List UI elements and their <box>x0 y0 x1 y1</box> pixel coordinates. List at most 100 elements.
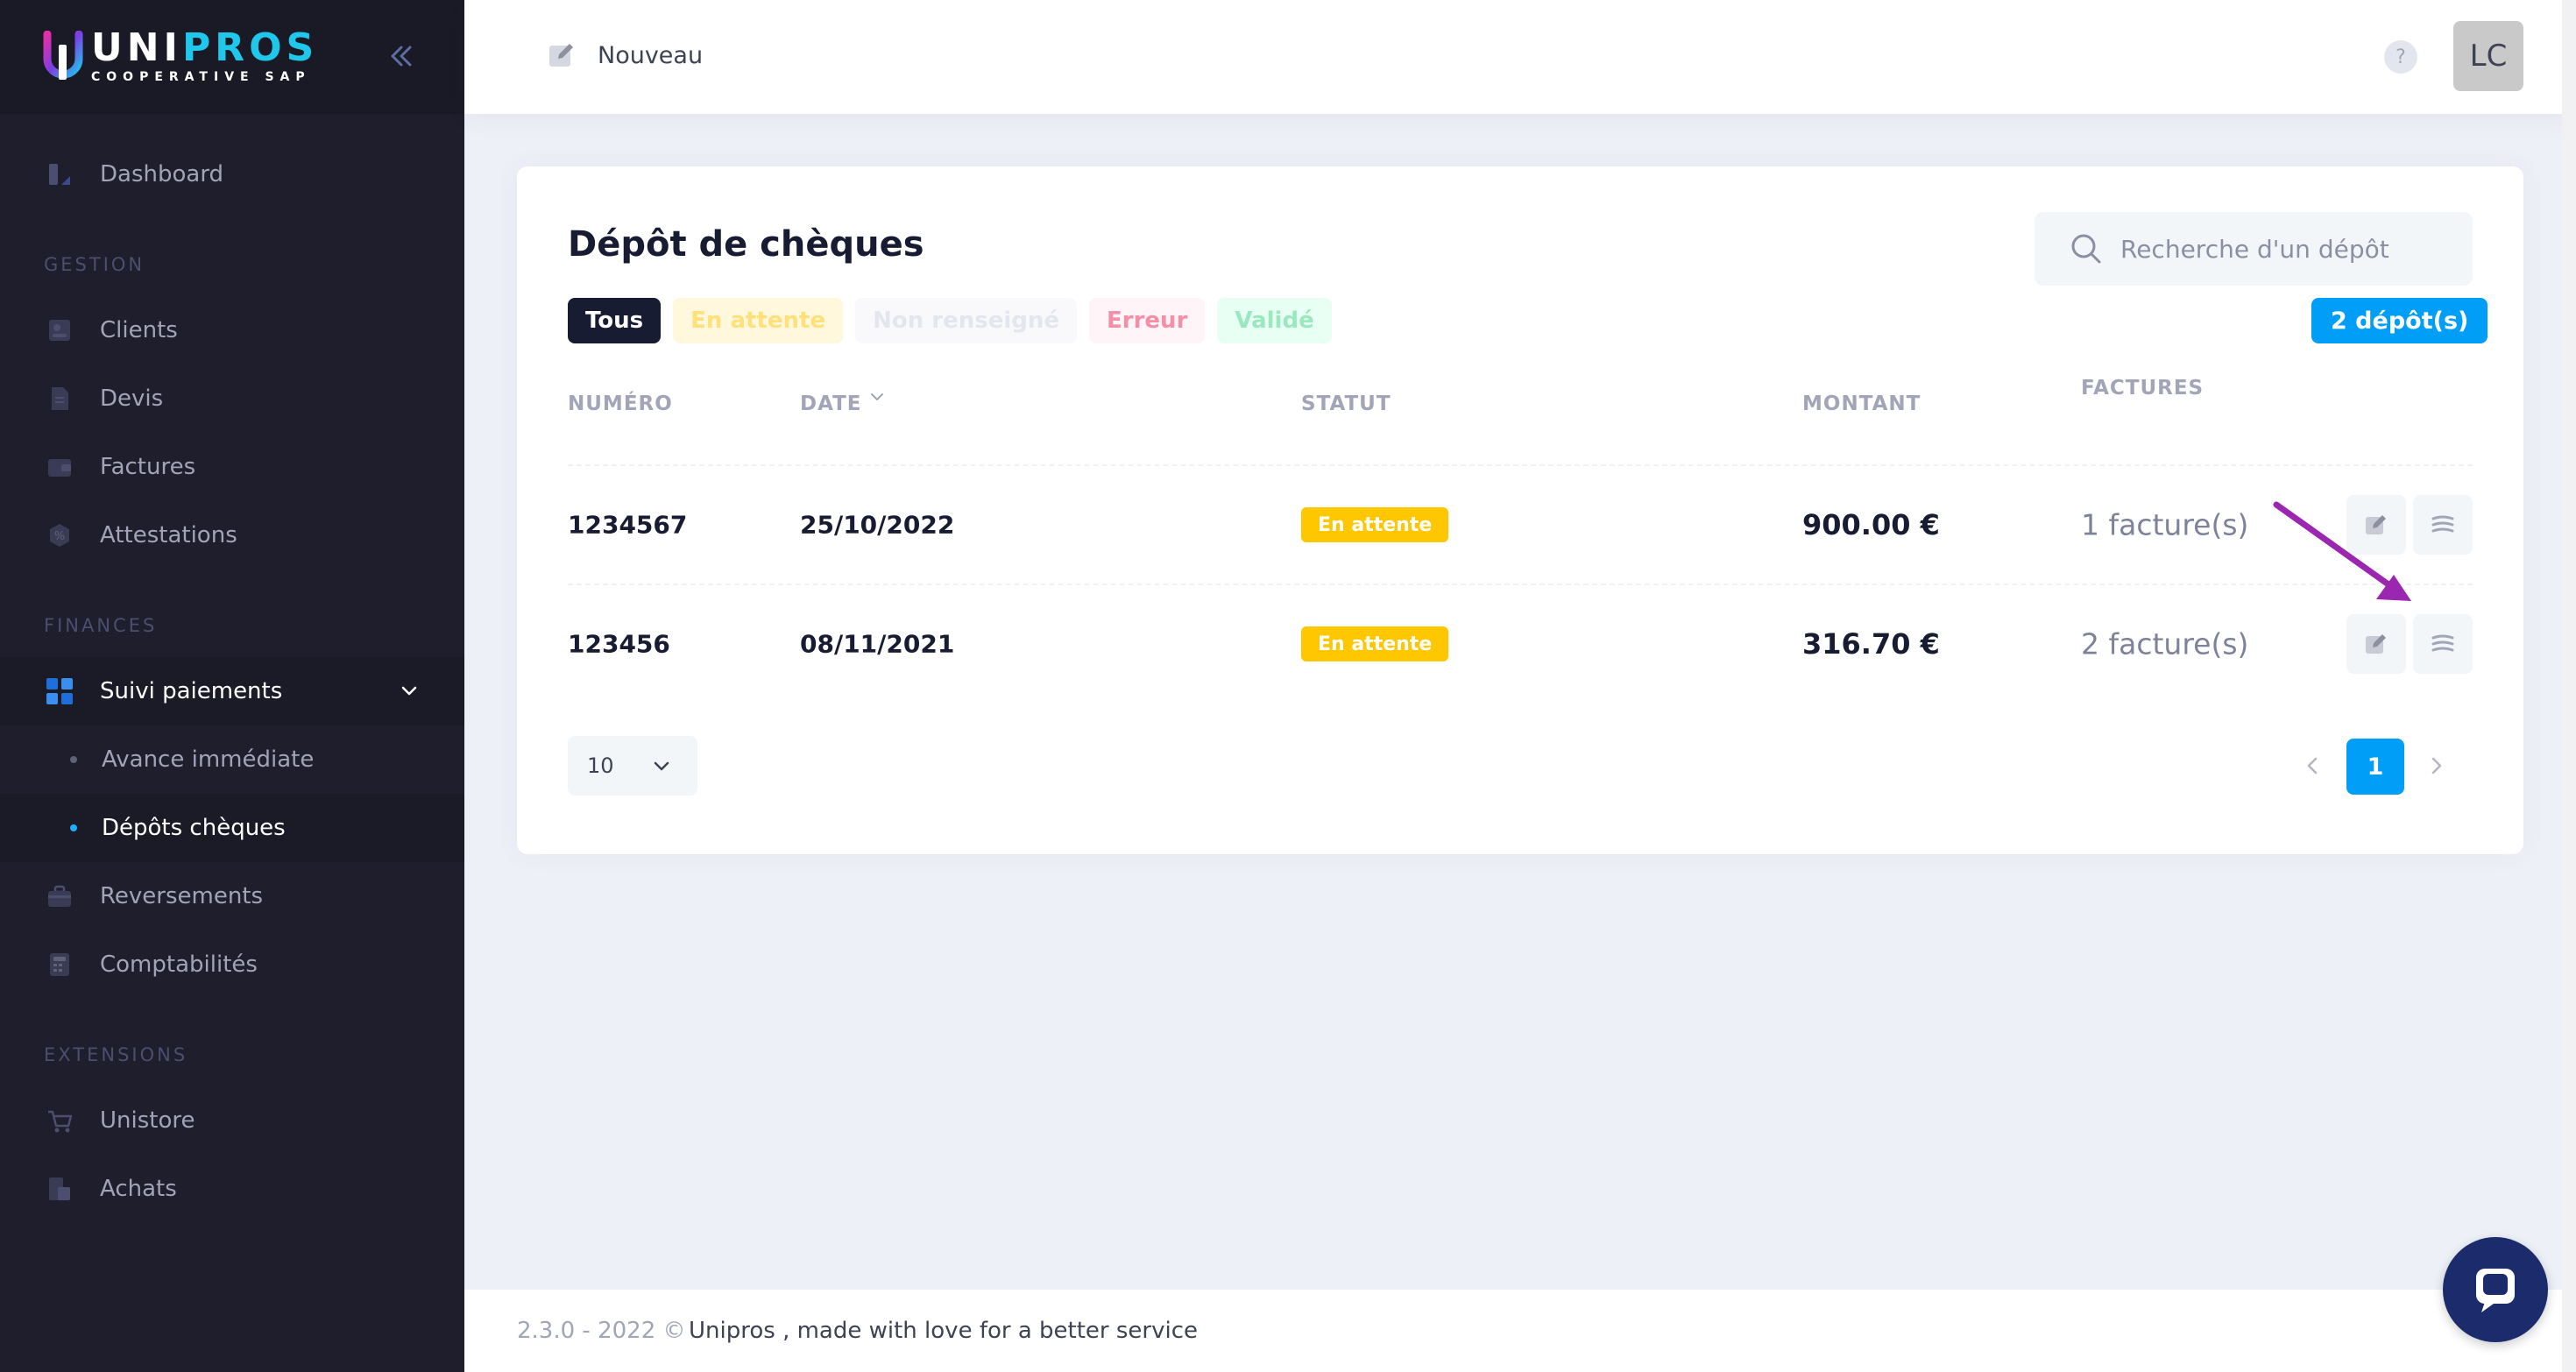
deposit-amount: 316.70 € <box>1802 627 1940 661</box>
sidebar-subitem-label: Avance immédiate <box>102 746 315 773</box>
sidebar-subitem-label: Dépôts chèques <box>102 815 286 841</box>
page-title: Dépôt de chèques <box>568 224 924 265</box>
filter-error[interactable]: Erreur <box>1089 298 1206 343</box>
sidebar-item-label: Devis <box>100 385 164 412</box>
chevron-down-icon <box>650 755 673 778</box>
sidebar-item-dashboard[interactable]: Dashboard <box>0 140 464 209</box>
logo-subtitle: COOPERATIVE SAP <box>91 70 311 84</box>
sidebar-item-label: Factures <box>100 454 196 480</box>
logo-title: UNIPROS <box>91 28 318 68</box>
filter-all[interactable]: Tous <box>568 298 662 343</box>
previous-page-icon[interactable] <box>2296 748 2331 783</box>
filter-validated[interactable]: Validé <box>1217 298 1332 343</box>
invoice-count: 1 facture(s) <box>2081 507 2249 542</box>
sidebar-item-comptabilites[interactable]: Comptabilités <box>0 930 464 999</box>
edit-button[interactable] <box>2346 614 2406 674</box>
sidebar-item-label: Achats <box>100 1176 177 1202</box>
topbar: Nouveau ? LC <box>464 0 2576 114</box>
new-button-label: Nouveau <box>598 41 704 69</box>
invoices-list-button[interactable] <box>2413 614 2473 674</box>
page-size-value: 10 <box>587 753 614 778</box>
table-row[interactable]: 123456 08/11/2021 En attente 316.70 € 2 … <box>568 585 2473 703</box>
deposit-count-badge: 2 dépôt(s) <box>2311 298 2488 343</box>
search-input[interactable] <box>2120 234 2471 264</box>
deposit-amount: 900.00 € <box>1802 508 1940 541</box>
sidebar-item-suivi-paiements[interactable]: Suivi paiements <box>0 657 464 725</box>
sidebar-item-devis[interactable]: Devis <box>0 364 464 433</box>
column-header-date[interactable]: DATE <box>800 393 862 415</box>
new-button[interactable]: Nouveau <box>547 40 703 70</box>
briefcase-icon <box>44 880 75 912</box>
search-icon <box>2070 232 2103 265</box>
status-filters: Tous En attente Non renseigné Erreur Val… <box>568 298 1344 343</box>
sidebar-item-label: Reversements <box>100 883 264 909</box>
percent-badge-icon: % <box>44 520 75 551</box>
sidebar-item-label: Dashboard <box>100 161 224 187</box>
cheque-deposits-card: Dépôt de chèques Tous En attente Non ren… <box>517 166 2523 854</box>
column-header-number: NUMÉRO <box>568 393 673 415</box>
section-label-finances: FINANCES <box>44 615 158 636</box>
deposit-number: 123456 <box>568 629 670 659</box>
sidebar-item-unistore[interactable]: Unistore <box>0 1086 464 1155</box>
deposit-date: 25/10/2022 <box>800 510 955 540</box>
annotation-arrow-icon <box>2273 501 2411 601</box>
deposit-date: 08/11/2021 <box>800 629 955 659</box>
column-header-amount: MONTANT <box>1802 393 1921 415</box>
section-label-gestion: GESTION <box>44 254 145 275</box>
sidebar-item-label: Suivi paiements <box>100 678 283 704</box>
sidebar-item-achats[interactable]: Achats <box>0 1155 464 1223</box>
table-row[interactable]: 1234567 25/10/2022 En attente 900.00 € 1… <box>568 466 2473 583</box>
bullet-dot <box>70 824 77 831</box>
current-page-button[interactable]: 1 <box>2346 739 2404 795</box>
cart-icon <box>44 1105 75 1136</box>
filter-waiting[interactable]: En attente <box>673 298 844 343</box>
page-scrollbar[interactable] <box>2562 0 2576 1372</box>
page-size-select[interactable]: 10 <box>568 736 697 796</box>
footer-text: Unipros , made with love for a better se… <box>689 1318 1199 1344</box>
edit-icon <box>547 40 577 70</box>
sidebar-item-label: Comptabilités <box>100 951 258 978</box>
calculator-icon <box>44 949 75 980</box>
status-badge: En attente <box>1301 507 1449 542</box>
footer-version: 2.3.0 - 2022 © <box>517 1318 686 1344</box>
store-icon <box>44 1173 75 1205</box>
next-page-icon[interactable] <box>2418 748 2453 783</box>
section-label-extensions: EXTENSIONS <box>44 1044 188 1065</box>
avatar[interactable]: LC <box>2453 21 2523 91</box>
dashboard-icon <box>44 159 75 190</box>
collapse-sidebar-icon[interactable] <box>384 39 419 74</box>
bullet-dot <box>70 756 77 763</box>
invoice-count: 2 facture(s) <box>2081 626 2249 661</box>
sidebar-item-label: Clients <box>100 317 178 343</box>
help-button[interactable]: ? <box>2384 40 2417 74</box>
column-header-status: STATUT <box>1301 393 1391 415</box>
sort-chevron-down-icon[interactable] <box>867 387 887 407</box>
document-icon <box>44 383 75 414</box>
sidebar-subitem-depots-cheques[interactable]: Dépôts chèques <box>0 794 464 862</box>
svg-text:%: % <box>54 530 65 543</box>
chevron-down-icon <box>398 680 421 703</box>
sidebar-header: UNIPROS COOPERATIVE SAP <box>0 0 464 114</box>
logo-title-a: UNI <box>91 25 182 70</box>
footer: 2.3.0 - 2022 © Unipros , made with love … <box>464 1290 2562 1372</box>
filter-not-filled[interactable]: Non renseigné <box>855 298 1078 343</box>
sidebar: UNIPROS COOPERATIVE SAP Dashboard GESTIO… <box>0 0 464 1372</box>
logo-mark-icon <box>42 30 84 81</box>
sidebar-item-label: Unistore <box>100 1107 195 1134</box>
sidebar-item-factures[interactable]: Factures <box>0 433 464 501</box>
sidebar-item-clients[interactable]: Clients <box>0 296 464 364</box>
sidebar-item-label: Attestations <box>100 522 237 548</box>
status-badge: En attente <box>1301 626 1449 661</box>
grid-icon <box>44 675 75 707</box>
chat-launcher-button[interactable] <box>2443 1237 2548 1342</box>
sidebar-item-reversements[interactable]: Reversements <box>0 862 464 930</box>
sidebar-menu: Dashboard GESTION Clients Devis Factures… <box>0 140 464 1223</box>
search-box[interactable] <box>2035 212 2473 286</box>
deposit-number: 1234567 <box>568 510 688 540</box>
sidebar-item-attestations[interactable]: % Attestations <box>0 501 464 569</box>
column-header-invoices: FACTURES <box>2081 377 2204 400</box>
brand-logo[interactable]: UNIPROS COOPERATIVE SAP <box>42 28 318 84</box>
sidebar-subitem-avance-immediate[interactable]: Avance immédiate <box>0 725 464 794</box>
chat-bubble-icon <box>2476 1269 2515 1312</box>
logo-title-b: PROS <box>181 25 319 70</box>
